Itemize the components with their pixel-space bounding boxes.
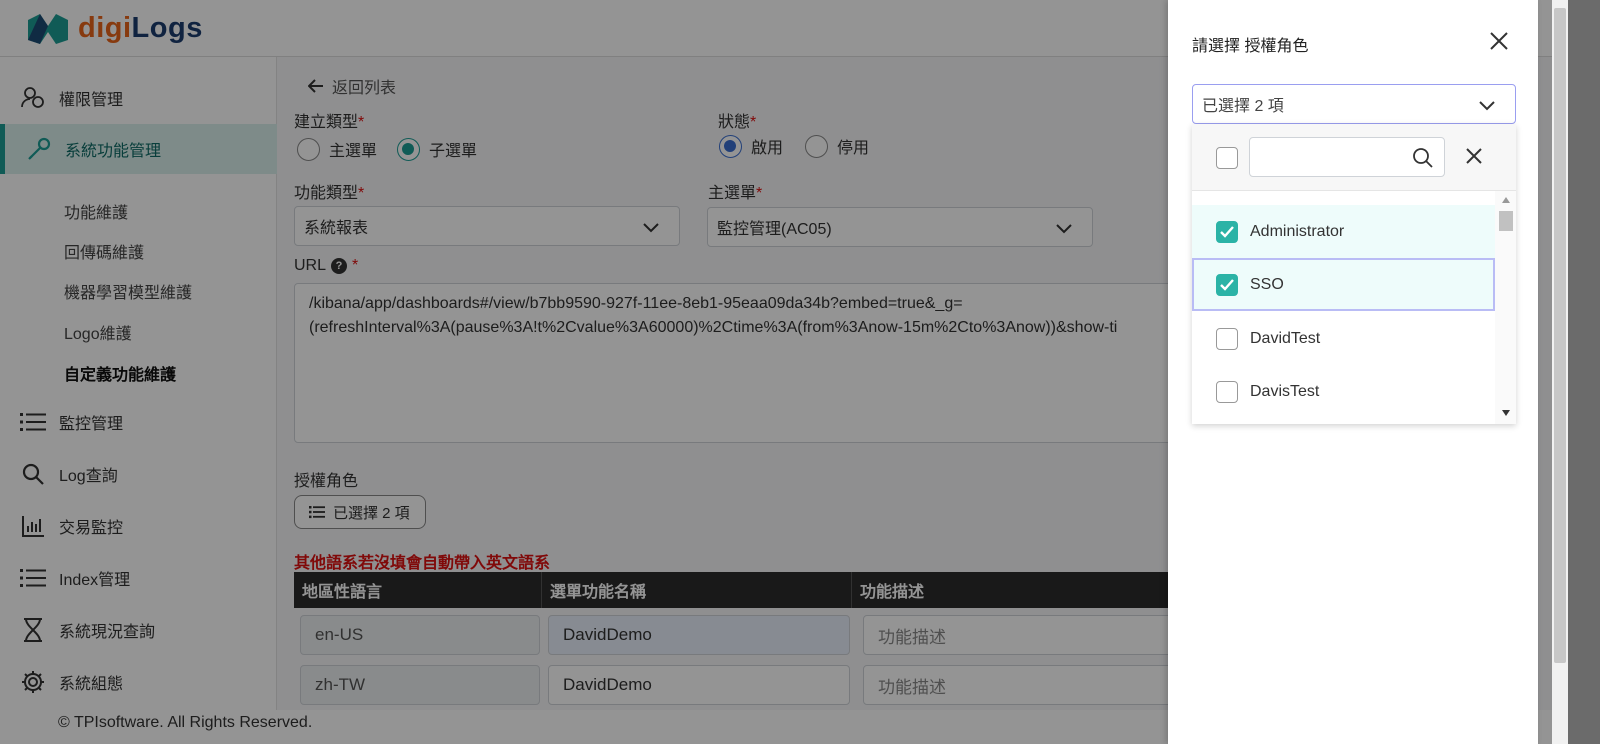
search-icon bbox=[1413, 148, 1433, 168]
multiselect-value: 已選擇 2 項 bbox=[1202, 98, 1284, 115]
check-icon bbox=[1220, 225, 1234, 238]
check-icon bbox=[1220, 278, 1234, 291]
select-all-checkbox[interactable] bbox=[1216, 147, 1238, 169]
drawer-title: 請選擇 授權角色 bbox=[1192, 38, 1309, 55]
option-davidtest[interactable]: DavidTest bbox=[1192, 312, 1495, 365]
dropdown-search-input[interactable] bbox=[1249, 137, 1445, 177]
scroll-thumb[interactable] bbox=[1499, 211, 1513, 231]
checkbox bbox=[1216, 327, 1238, 350]
dropdown-scrollbar[interactable] bbox=[1495, 191, 1516, 424]
role-multiselect[interactable]: 已選擇 2 項 bbox=[1192, 84, 1516, 124]
dropdown-options-list: Administrator SSO DavidTest DavisTest bbox=[1192, 191, 1516, 424]
option-label: SSO bbox=[1250, 275, 1284, 293]
checkbox-checked bbox=[1216, 273, 1238, 296]
option-label: DavidTest bbox=[1250, 329, 1321, 347]
dropdown-header bbox=[1192, 124, 1516, 191]
scroll-up-arrow-icon[interactable] bbox=[1502, 197, 1510, 203]
option-label: Administrator bbox=[1250, 222, 1345, 240]
option-davistest[interactable]: DavisTest bbox=[1192, 365, 1495, 418]
page-scrollbar[interactable] bbox=[1552, 0, 1568, 744]
multiselect-dropdown: Administrator SSO DavidTest DavisTest bbox=[1192, 124, 1516, 424]
close-icon[interactable] bbox=[1464, 146, 1484, 166]
option-label: DavisTest bbox=[1250, 382, 1320, 400]
role-select-drawer: 請選擇 授權角色 已選擇 2 項 Administrator SSO David… bbox=[1168, 0, 1538, 744]
option-administrator[interactable]: Administrator bbox=[1192, 205, 1495, 258]
close-icon[interactable] bbox=[1488, 30, 1512, 54]
window-edge bbox=[1568, 0, 1600, 744]
option-sso[interactable]: SSO bbox=[1192, 258, 1495, 311]
scroll-down-arrow-icon[interactable] bbox=[1502, 410, 1510, 416]
chevron-down-icon bbox=[1479, 101, 1495, 111]
checkbox bbox=[1216, 380, 1238, 403]
page-scroll-thumb[interactable] bbox=[1554, 8, 1566, 663]
checkbox-checked bbox=[1216, 220, 1238, 243]
